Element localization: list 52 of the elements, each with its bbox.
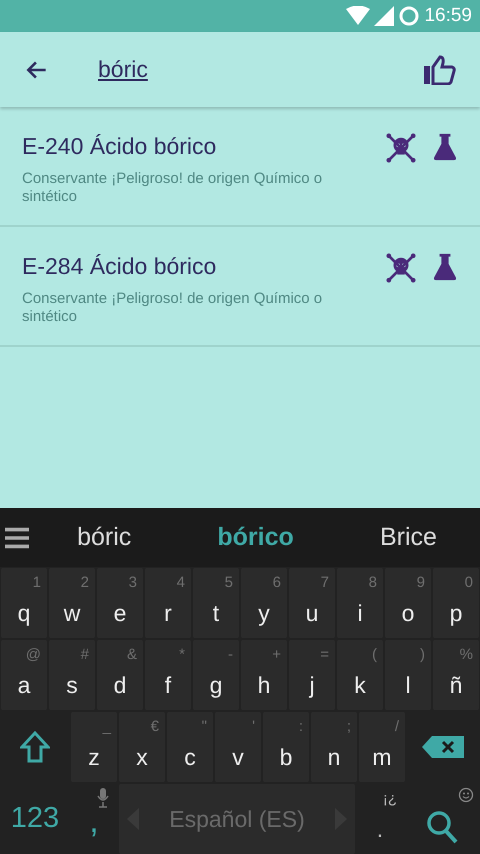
period-key[interactable]: ¡¿ . [357,784,403,854]
keyboard-key[interactable]: 8 i [337,568,383,638]
keyboard-key[interactable]: : b [263,712,309,782]
keyboard-key[interactable]: ; n [311,712,357,782]
smiley-icon [458,787,474,803]
keyboard-key[interactable]: ' v [215,712,261,782]
keyboard-key[interactable]: 0 p [433,568,479,638]
flask-icon [432,133,458,161]
battery-icon [398,5,420,27]
keyboard-key[interactable]: & d [97,640,143,710]
shift-icon [20,731,50,763]
keyboard-key[interactable]: _ z [71,712,117,782]
keyboard-key[interactable]: - g [193,640,239,710]
result-title[interactable]: E-240 Ácido bórico [22,129,386,164]
wifi-icon [346,6,370,26]
keyboard-key[interactable]: " c [167,712,213,782]
keyboard-key[interactable]: ) l [385,640,431,710]
keyboard-key[interactable]: * f [145,640,191,710]
search-query[interactable]: bóric [98,52,424,87]
keyboard-key[interactable]: ( k [337,640,383,710]
keyboard-key[interactable]: + h [241,640,287,710]
symbols-key[interactable]: 123 [0,783,70,854]
comma-key[interactable]: , [71,784,117,854]
clock-text: 16:59 [424,4,472,28]
keyboard-key[interactable]: @ a [1,640,47,710]
result-description: Conservante ¡Peligroso! de origen Químico o sintético [22,170,324,206]
keyboard-key[interactable]: / m [359,712,405,782]
keyboard-key[interactable]: % ñ [433,640,479,710]
flask-icon [432,253,458,281]
keyboard-key[interactable]: 4 r [145,568,191,638]
keyboard-key[interactable]: 5 t [193,568,239,638]
search-icon [426,810,458,844]
thumbs-up-icon[interactable] [424,54,456,84]
microphone-icon [97,788,109,808]
backspace-icon [422,736,464,758]
suggestion[interactable]: bóric [34,518,174,556]
signal-icon [374,6,394,26]
suggestion[interactable]: Brice [336,518,480,556]
keyboard-key[interactable]: 1 q [1,568,47,638]
keyboard-key[interactable]: # s [49,640,95,710]
skull-icon [386,253,416,283]
result-title[interactable]: E-284 Ácido bórico [22,249,386,284]
skull-icon [386,133,416,163]
keyboard-key[interactable]: € x [119,712,165,782]
keyboard-key[interactable]: = j [289,640,335,710]
keyboard-key[interactable]: 2 w [49,568,95,638]
keyboard-key[interactable]: 6 y [241,568,287,638]
suggestion[interactable]: bórico [174,518,337,556]
keyboard-key[interactable]: 9 o [385,568,431,638]
result-description: Conservante ¡Peligroso! de origen Químico o sintético [22,290,324,326]
keyboard-key[interactable]: 7 u [289,568,335,638]
keyboard-key[interactable]: 3 e [97,568,143,638]
